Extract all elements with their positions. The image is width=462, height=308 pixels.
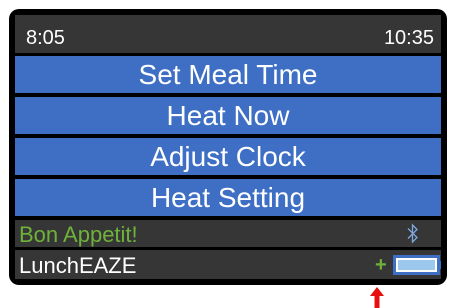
bluetooth-icon xyxy=(407,223,418,244)
brand-bar: LunchEAZE + xyxy=(15,250,441,279)
menu-item-set-meal-time[interactable]: Set Meal Time xyxy=(15,56,441,93)
menu-item-adjust-clock[interactable]: Adjust Clock xyxy=(15,138,441,175)
brand-name: LunchEAZE xyxy=(19,253,137,278)
menu-item-heat-setting[interactable]: Heat Setting xyxy=(15,179,441,216)
charging-icon: + xyxy=(375,254,387,276)
status-message: Bon Appetit! xyxy=(19,222,138,247)
arrow-up-icon xyxy=(370,287,384,308)
battery-icon xyxy=(393,255,441,275)
time-right: 10:35 xyxy=(383,27,434,49)
message-bar: Bon Appetit! xyxy=(15,220,441,247)
status-bar: 8:05 10:35 xyxy=(15,15,441,53)
device-screen: 8:05 10:35 Set Meal Time Heat Now Adjust… xyxy=(15,15,441,279)
menu-item-heat-now[interactable]: Heat Now xyxy=(15,97,441,134)
device-frame: 8:05 10:35 Set Meal Time Heat Now Adjust… xyxy=(9,9,447,285)
time-left: 8:05 xyxy=(26,27,65,49)
